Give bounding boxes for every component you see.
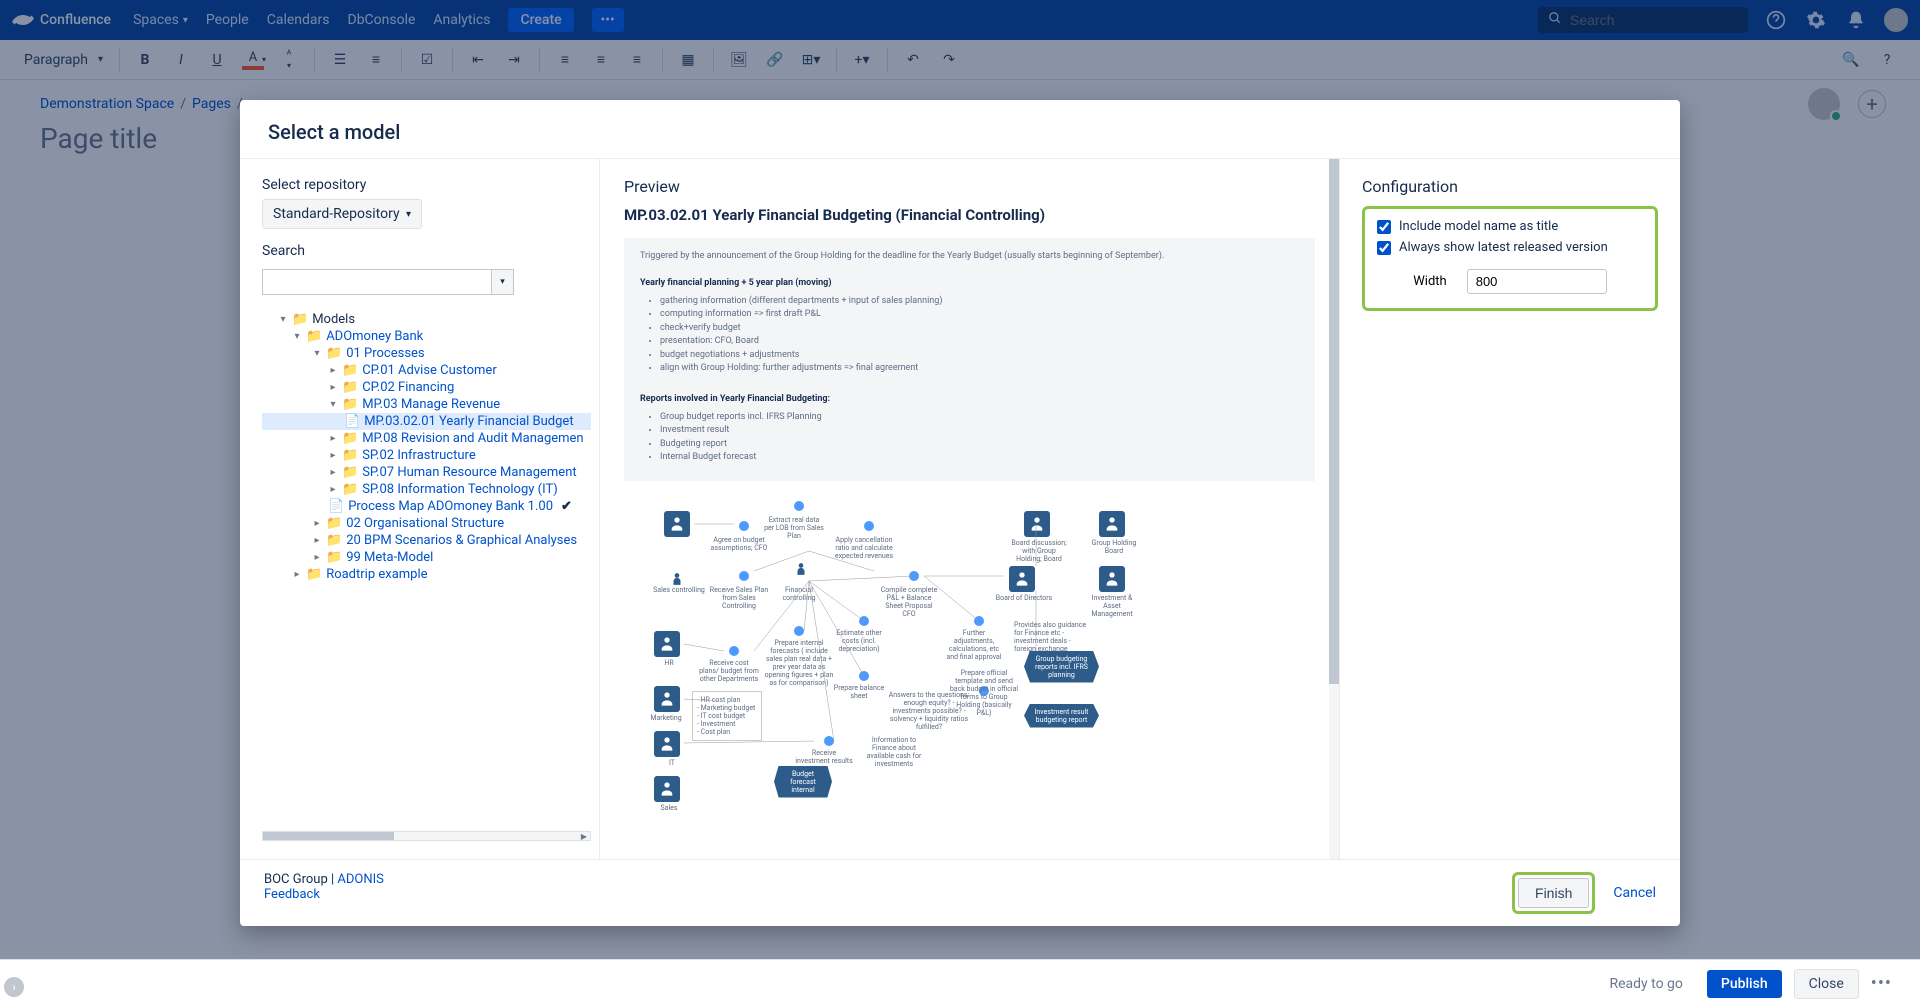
model-search-input[interactable] [262,269,492,295]
actor-icon [654,686,680,712]
actor-icon [664,511,690,537]
tree-hscrollbar[interactable]: ◀ ▶ [262,831,591,841]
cancel-link[interactable]: Cancel [1613,885,1656,901]
tree-bpm[interactable]: ▸📁 20 BPM Scenarios & Graphical Analyses [262,532,591,549]
preview-description: Triggered by the announcement of the Gro… [624,238,1315,481]
footer-product-link[interactable]: ADONIS [337,872,383,887]
modal-footer: BOC Group | ADONIS Feedback Finish Cance… [240,859,1680,926]
tree-meta[interactable]: ▸📁 99 Meta-Model [262,549,591,566]
actor-icon [1099,566,1125,592]
tree-models[interactable]: ▾📁 Models [262,311,591,328]
include-title-checkbox[interactable] [1377,220,1391,234]
status-text: Ready to go [28,976,1683,992]
tree-cp01[interactable]: ▸📁 CP.01 Advise Customer [262,362,591,379]
publish-button[interactable]: Publish [1707,970,1782,998]
actor-icon [654,631,680,657]
bottom-more-button[interactable]: ••• [1871,973,1892,994]
tree-mp08[interactable]: ▸📁 MP.08 Revision and Audit Managemen [262,430,591,447]
actor-icon [1009,566,1035,592]
check-latest-version[interactable]: Always show latest released version [1377,240,1643,255]
model-tree: ▾📁 Models ▾📁 ADOmoney Bank ▾📁 01 Process… [262,311,591,825]
check-include-title[interactable]: Include model name as title [1377,219,1643,234]
tree-processes[interactable]: ▾📁 01 Processes [262,345,591,362]
tree-sp08[interactable]: ▸📁 SP.08 Information Technology (IT) [262,481,591,498]
modal-title: Select a model [240,100,1680,159]
width-input[interactable] [1467,269,1607,294]
actor-icon [654,776,680,802]
tree-roadtrip[interactable]: ▸📁 Roadtrip example [262,566,591,583]
diagram-preview: Extract real data per LOB from Sales Pla… [624,491,1315,860]
tree-org[interactable]: ▸📁 02 Organisational Structure [262,515,591,532]
config-highlight-box: Include model name as title Always show … [1362,206,1658,311]
preview-label: Preview [624,177,1315,196]
footer-company: BOC Group [264,872,328,887]
check-icon: ✔ [561,499,572,514]
latest-version-checkbox[interactable] [1377,241,1391,255]
tree-sp07[interactable]: ▸📁 SP.07 Human Resource Management [262,464,591,481]
repository-panel: Select repository Standard-Repository ▾ … [240,159,600,859]
tree-mp030201[interactable]: 📄 MP.03.02.01 Yearly Financial Budget [262,413,591,430]
preview-subtitle: MP.03.02.01 Yearly Financial Budgeting (… [624,206,1315,224]
modal-overlay: Select a model Select repository Standar… [0,0,1920,1007]
preview-vscrollbar[interactable] [1329,159,1339,859]
actor-icon [654,731,680,757]
configuration-panel: Configuration Include model name as titl… [1340,159,1680,859]
feedback-link[interactable]: Feedback [264,887,1512,902]
search-label: Search [262,243,591,259]
expand-sidebar-button[interactable]: › [4,977,24,997]
tree-mp03[interactable]: ▾📁 MP.03 Manage Revenue [262,396,591,413]
repo-select[interactable]: Standard-Repository ▾ [262,199,422,229]
finish-button[interactable]: Finish [1518,878,1589,908]
config-label: Configuration [1362,177,1658,196]
tree-cp02[interactable]: ▸📁 CP.02 Financing [262,379,591,396]
editor-bottom-bar: Ready to go Publish Close ••• [0,959,1920,1007]
actor-icon [1024,511,1050,537]
chevron-down-icon: ▾ [406,209,411,220]
tree-process-map[interactable]: 📄 Process Map ADOmoney Bank 1.00✔ [262,498,591,515]
close-button[interactable]: Close [1794,969,1859,999]
tree-sp02[interactable]: ▸📁 SP.02 Infrastructure [262,447,591,464]
preview-panel: Preview MP.03.02.01 Yearly Financial Bud… [600,159,1340,859]
tree-adomoney[interactable]: ▾📁 ADOmoney Bank [262,328,591,345]
width-label: Width [1413,274,1446,289]
repo-label: Select repository [262,177,591,193]
search-dropdown-button[interactable]: ▾ [492,269,514,295]
select-model-modal: Select a model Select repository Standar… [240,100,1680,926]
actor-icon [1099,511,1125,537]
